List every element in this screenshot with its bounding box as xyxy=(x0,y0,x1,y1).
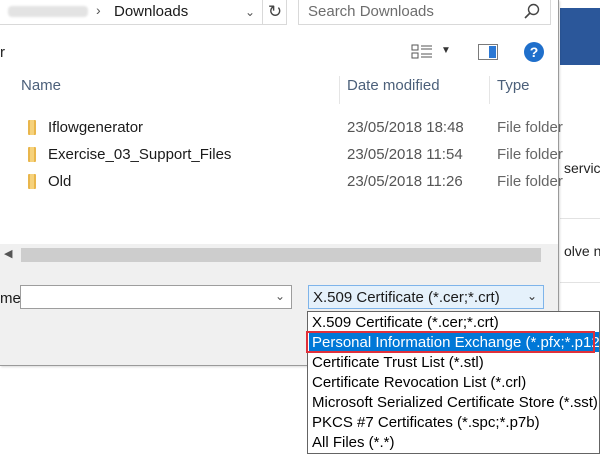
file-type-option[interactable]: Certificate Revocation List (*.crl) xyxy=(312,374,526,391)
breadcrumb-chevron-icon: › xyxy=(96,2,101,18)
file-date-modified: 23/05/2018 18:48 xyxy=(347,119,464,136)
file-type-select[interactable]: X.509 Certificate (*.cer;*.crt) ⌄ xyxy=(308,285,544,309)
file-type: File folder xyxy=(497,146,563,163)
file-type: File folder xyxy=(497,119,563,136)
file-name: Old xyxy=(48,173,72,190)
folder-icon xyxy=(28,120,36,135)
file-date-modified: 23/05/2018 11:26 xyxy=(347,173,463,190)
column-header-type[interactable]: Type xyxy=(497,77,530,103)
file-type-option[interactable]: Certificate Trust List (*.stl) xyxy=(312,354,484,371)
file-row[interactable]: Old 23/05/2018 11:26 File folder xyxy=(0,170,563,194)
file-type-option[interactable]: Microsoft Serialized Certificate Store (… xyxy=(312,394,598,411)
file-row[interactable]: Iflowgenerator 23/05/2018 18:48 File fol… xyxy=(0,116,563,140)
file-type-option[interactable]: All Files (*.*) xyxy=(312,434,395,451)
column-header-date-modified[interactable]: Date modified xyxy=(347,77,440,103)
file-type-option[interactable]: PKCS #7 Certificates (*.spc;*.p7b) xyxy=(312,414,540,431)
help-icon[interactable]: ? xyxy=(524,42,544,62)
scrollbar-thumb[interactable] xyxy=(21,248,541,262)
red-annotation-box xyxy=(306,331,595,353)
background-text-1: servic xyxy=(564,160,600,176)
horizontal-scrollbar[interactable]: ◀ xyxy=(0,244,558,266)
file-name: Iflowgenerator xyxy=(48,119,144,136)
chevron-down-icon[interactable]: ⌄ xyxy=(275,289,285,303)
file-type: File folder xyxy=(497,173,563,190)
column-divider[interactable] xyxy=(339,76,340,104)
address-bar[interactable]: › Downloads ⌄ ↻ xyxy=(0,0,287,25)
scroll-left-arrow-icon[interactable]: ◀ xyxy=(4,247,12,260)
preview-pane-icon[interactable] xyxy=(478,44,498,60)
background-divider xyxy=(560,218,600,219)
view-dropdown-icon[interactable]: ▼ xyxy=(441,45,451,56)
column-header-name[interactable]: Name xyxy=(21,77,61,103)
folder-icon xyxy=(28,174,36,189)
column-divider[interactable] xyxy=(489,76,490,104)
file-row[interactable]: Exercise_03_Support_Files 23/05/2018 11:… xyxy=(0,143,563,167)
breadcrumb-current-folder[interactable]: Downloads xyxy=(114,3,188,20)
chevron-down-icon[interactable]: ⌄ xyxy=(527,289,537,303)
file-name-field[interactable]: ⌄ xyxy=(20,285,292,309)
toolbar-truncated-label[interactable]: r xyxy=(0,44,5,61)
view-options-icon[interactable] xyxy=(411,44,433,60)
file-type-selected[interactable]: X.509 Certificate (*.cer;*.crt) xyxy=(313,289,500,306)
file-name: Exercise_03_Support_Files xyxy=(48,146,232,163)
background-text-2: olve n xyxy=(564,243,600,259)
file-date-modified: 23/05/2018 11:54 xyxy=(347,146,463,163)
blurred-path-segment xyxy=(8,6,88,17)
search-box[interactable]: Search Downloads xyxy=(298,0,551,25)
search-icon[interactable] xyxy=(524,3,540,19)
folder-icon xyxy=(28,147,36,162)
background-header-bar xyxy=(560,8,600,65)
refresh-button[interactable]: ↻ xyxy=(262,0,287,24)
search-input[interactable]: Search Downloads xyxy=(308,3,434,20)
address-dropdown-icon[interactable]: ⌄ xyxy=(240,2,260,22)
file-type-option[interactable]: X.509 Certificate (*.cer;*.crt) xyxy=(312,314,499,331)
background-divider xyxy=(560,282,600,283)
